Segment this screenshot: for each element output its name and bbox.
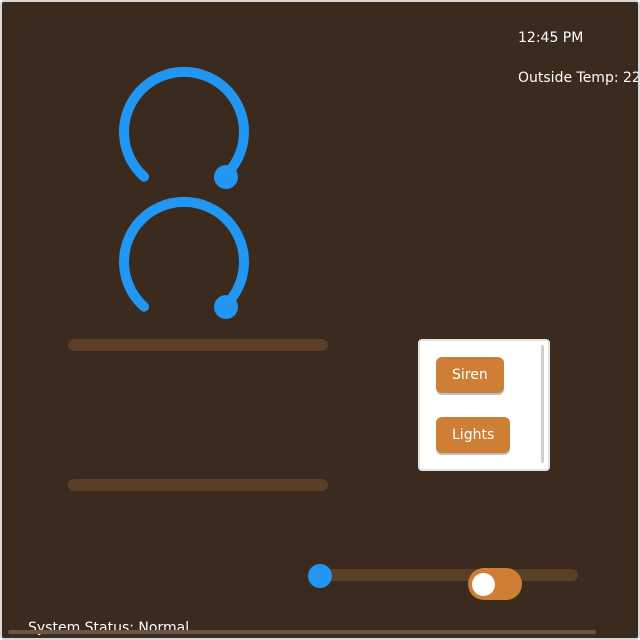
panel-scrollbar[interactable] bbox=[541, 345, 544, 463]
bar-track-2 bbox=[68, 479, 328, 491]
alarm-controls-panel: Siren Lights bbox=[418, 339, 550, 471]
toggle-switch[interactable] bbox=[468, 568, 522, 600]
dial-knob-icon bbox=[119, 66, 249, 189]
dial-knob-2[interactable] bbox=[112, 196, 256, 320]
lights-button[interactable]: Lights bbox=[436, 417, 511, 453]
dashboard-screen: 12:45 PM Outside Temp: 22 Siren Lights S… bbox=[0, 0, 640, 640]
slider-track[interactable] bbox=[320, 569, 578, 581]
dial-knob-1[interactable] bbox=[112, 66, 256, 190]
toggle-knob bbox=[472, 573, 495, 596]
siren-button[interactable]: Siren bbox=[436, 357, 504, 393]
horizontal-scrollbar[interactable] bbox=[8, 630, 596, 634]
clock: 12:45 PM bbox=[518, 30, 584, 46]
slider-thumb[interactable] bbox=[308, 564, 332, 588]
bar-track-1 bbox=[68, 339, 328, 351]
dial-knob-icon bbox=[119, 196, 249, 319]
outside-temperature: Outside Temp: 22 bbox=[518, 70, 640, 86]
